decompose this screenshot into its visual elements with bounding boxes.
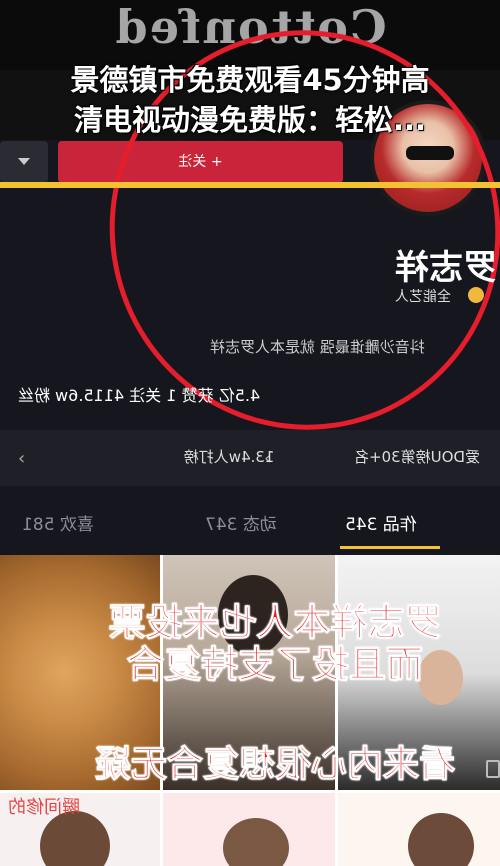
caption-line-3: 看来内心很想复合无疑 [95,744,456,786]
profile-tabs: 作品 345 动态 347 喜欢 581 [0,510,500,550]
rank-row[interactable]: ‹ ‹ 爱DOU榜第30+名 13.4w人打榜 [0,430,500,486]
headline-line-1: 景德镇市免费观看45分钟高 [70,63,430,97]
video-tile[interactable] [163,793,335,866]
caption-line-1: 罗志祥本人也来投票 [108,601,442,645]
profile-badge: 全能艺人 [395,289,451,305]
caption-line-2: 而且投了支持复合 [127,643,424,687]
person-head [40,811,110,866]
profile-bio: 抖音沙雕谁最强 就是本人罗志祥 [210,338,425,356]
rank-right-label: 13.4w人打榜 [183,448,275,466]
volume-icon[interactable] [486,760,500,778]
verified-icon [468,287,484,303]
person-head [408,813,474,866]
caption-block: 罗志祥本人也来投票 而且投了支持复合 [90,601,460,687]
dropdown-button[interactable] [0,141,48,183]
tile-watermark: 瞬间修的 [8,797,80,818]
screenshot: Cottonfed + 关注 罗志祥 全能艺人 抖音沙雕谁最强 就是本人罗志祥 … [0,0,500,866]
person-head [223,818,289,866]
tab-likes[interactable]: 喜欢 581 [22,510,94,535]
headline-line-2: 清电视动漫免费版：轻松... [73,103,427,137]
profile-stats: 4.5亿 获赞 1 关注 4115.6w 粉丝 [18,386,261,405]
rank-left-label: 爱DOU榜第30+名 [354,448,480,466]
headline-underline [0,182,500,188]
rank-text: 爱DOU榜第30+名 13.4w人打榜 [0,446,500,467]
triangle-down-icon [18,158,30,165]
video-tile[interactable] [338,793,500,866]
headline: 景德镇市免费观看45分钟高 清电视动漫免费版：轻松... [0,60,500,140]
tab-underline [340,546,440,549]
tab-moments[interactable]: 动态 347 [205,510,277,535]
tab-works[interactable]: 作品 345 [345,510,417,535]
profile-name: 罗志祥 [395,248,497,288]
